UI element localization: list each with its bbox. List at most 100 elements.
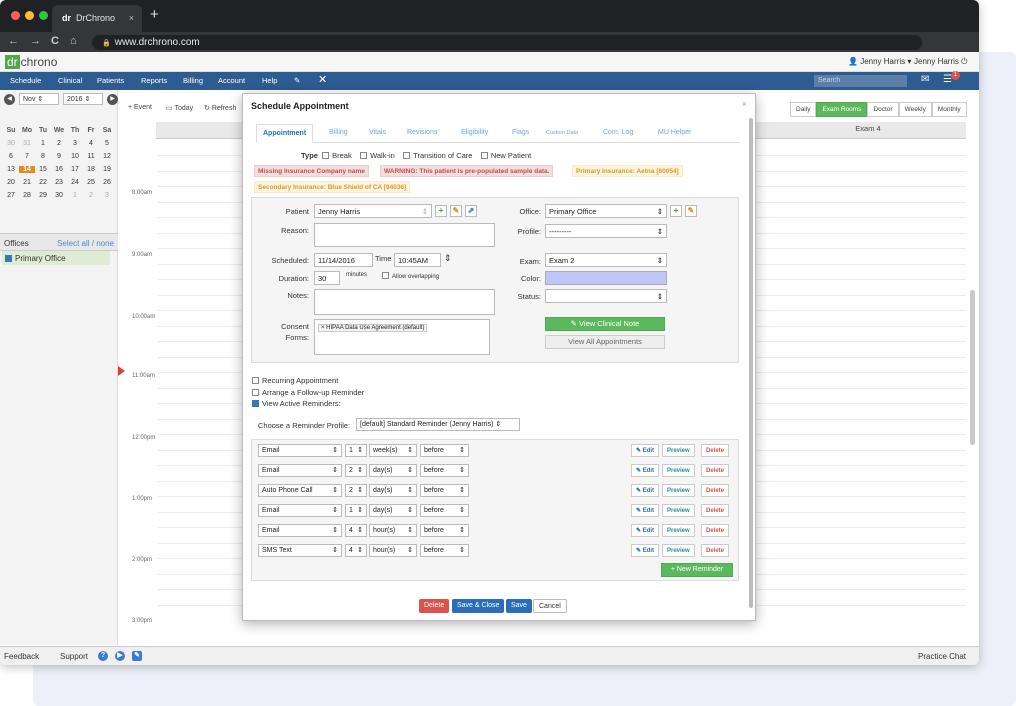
office-item[interactable]: Primary Office bbox=[2, 251, 110, 265]
calendar-day[interactable]: 27 bbox=[3, 192, 19, 199]
tab-vitals[interactable]: Vitals bbox=[369, 129, 386, 136]
reminder-preview-button[interactable]: Preview bbox=[662, 504, 695, 517]
reminder-unit-select[interactable]: day(s) ⇕ bbox=[369, 484, 417, 497]
reminder-when-select[interactable]: before ⇕ bbox=[420, 444, 469, 457]
reminder-edit-button[interactable]: ✎ Edit bbox=[631, 464, 660, 477]
next-month-icon[interactable]: ▶ bbox=[107, 93, 118, 105]
recurring-checkbox[interactable] bbox=[252, 377, 259, 384]
tab-mu-helper[interactable]: MU Helper bbox=[658, 129, 691, 136]
browser-tab[interactable]: dr DrChrono × bbox=[52, 5, 142, 32]
calendar-day[interactable]: 3 bbox=[99, 192, 115, 199]
patient-input[interactable]: Jenny Harris ⇕ bbox=[314, 204, 432, 218]
allow-overlap-option[interactable]: Allow overlapping bbox=[382, 272, 439, 280]
calendar-day[interactable]: 21 bbox=[19, 179, 35, 186]
allow-overlap-checkbox[interactable] bbox=[382, 272, 389, 279]
reminder-when-select[interactable]: before ⇕ bbox=[420, 464, 469, 477]
tab-eligibility[interactable]: Eligibility bbox=[461, 129, 488, 136]
tab-custom-data[interactable]: Custom Data bbox=[546, 130, 578, 136]
new-reminder-button[interactable]: + New Reminder bbox=[661, 563, 733, 577]
modal-close-icon[interactable]: × bbox=[742, 99, 747, 109]
reminder-unit-select[interactable]: week(s) ⇕ bbox=[369, 444, 417, 457]
add-office-icon[interactable]: + bbox=[670, 205, 682, 217]
reminder-unit-select[interactable]: day(s) ⇕ bbox=[369, 464, 417, 477]
calendar-day[interactable]: 5 bbox=[99, 140, 115, 147]
menu-billing[interactable]: Billing bbox=[183, 76, 203, 85]
type-break-checkbox[interactable] bbox=[322, 152, 330, 159]
calendar-day[interactable]: 12 bbox=[99, 153, 115, 160]
view-exam-rooms-button[interactable]: Exam Rooms bbox=[816, 102, 868, 117]
play-icon[interactable]: ▶ bbox=[115, 651, 125, 661]
reminder-amount-input[interactable]: 2 ⇕ bbox=[345, 464, 367, 477]
add-event-button[interactable]: + Event bbox=[128, 104, 152, 111]
calendar-day[interactable]: 1 bbox=[67, 192, 83, 199]
followup-checkbox[interactable] bbox=[252, 389, 259, 396]
calendar-day[interactable]: 30 bbox=[51, 192, 67, 199]
reminder-delete-button[interactable]: Delete bbox=[701, 544, 730, 557]
calendar-day[interactable]: 6 bbox=[3, 153, 19, 160]
calendar-day[interactable]: 15 bbox=[35, 166, 51, 173]
calendar-day[interactable]: 3 bbox=[67, 140, 83, 147]
exam-select[interactable]: Exam 2 ⇕ bbox=[545, 253, 667, 267]
reminder-when-select[interactable]: before ⇕ bbox=[420, 524, 469, 537]
month-select[interactable]: Nov ⇕ bbox=[19, 93, 59, 105]
calendar-day[interactable]: 28 bbox=[19, 192, 35, 199]
calendar-day[interactable]: 25 bbox=[83, 179, 99, 186]
calendar-day[interactable]: 16 bbox=[51, 166, 67, 173]
edit-patient-icon[interactable]: ✎ bbox=[450, 205, 462, 217]
search-input[interactable]: Search bbox=[814, 75, 907, 87]
logout-link[interactable]: Jenny Harris ⏻ bbox=[914, 57, 967, 67]
calendar-day[interactable]: 11 bbox=[83, 153, 99, 160]
tab-billing[interactable]: Billing bbox=[329, 129, 348, 136]
calendar-day[interactable]: 8 bbox=[35, 153, 51, 160]
reminder-method-select[interactable]: Auto Phone Call ⇕ bbox=[258, 484, 342, 497]
reminder-when-select[interactable]: before ⇕ bbox=[420, 484, 469, 497]
time-input[interactable]: 10:45AM bbox=[394, 253, 441, 267]
help-icon[interactable]: ? bbox=[98, 651, 108, 661]
reminder-amount-input[interactable]: 1 ⇕ bbox=[345, 444, 367, 457]
profile-select[interactable]: --------- ⇕ bbox=[545, 224, 667, 238]
reminder-preview-button[interactable]: Preview bbox=[662, 444, 695, 457]
office-checkbox[interactable] bbox=[5, 255, 12, 262]
recurring-option[interactable]: Recurring Appointment bbox=[252, 376, 338, 385]
calendar-day[interactable]: 22 bbox=[35, 179, 51, 186]
view-daily-button[interactable]: Daily bbox=[790, 102, 817, 117]
time-stepper-icon[interactable]: ⇕ bbox=[444, 253, 452, 264]
view-clinical-note-button[interactable]: ✎ View Clinical Note bbox=[545, 317, 665, 331]
calendar-day[interactable]: 30 bbox=[3, 140, 19, 147]
url-input[interactable]: 🔒 www.drchrono.com bbox=[92, 35, 922, 50]
edit-icon[interactable]: ✎ bbox=[132, 651, 142, 661]
calendar-day[interactable]: 31 bbox=[19, 140, 35, 147]
reminder-method-select[interactable]: Email ⇕ bbox=[258, 524, 342, 537]
save-close-button[interactable]: Save & Close bbox=[452, 599, 505, 613]
color-picker[interactable] bbox=[545, 271, 667, 285]
consent-forms-input[interactable]: × HIPAA Data Use Agreement (default) bbox=[314, 319, 490, 355]
prev-month-icon[interactable]: ◀ bbox=[4, 93, 15, 105]
view-reminders-checkbox[interactable] bbox=[252, 400, 259, 407]
menu-reports[interactable]: Reports bbox=[141, 76, 167, 85]
reason-textarea[interactable] bbox=[314, 223, 495, 247]
menu-schedule[interactable]: Schedule bbox=[10, 76, 41, 85]
edit-office-icon[interactable]: ✎ bbox=[685, 205, 697, 217]
cancel-button[interactable]: Cancel bbox=[533, 599, 567, 613]
reminder-delete-button[interactable]: Delete bbox=[701, 464, 730, 477]
calendar-day[interactable]: 2 bbox=[51, 140, 67, 147]
year-select[interactable]: 2016 ⇕ bbox=[63, 93, 103, 105]
calendar-day[interactable]: 17 bbox=[67, 166, 83, 173]
reminder-delete-button[interactable]: Delete bbox=[701, 484, 730, 497]
reminder-edit-button[interactable]: ✎ Edit bbox=[631, 524, 660, 537]
reload-icon[interactable]: C bbox=[51, 35, 59, 47]
reminder-amount-input[interactable]: 2 ⇕ bbox=[345, 484, 367, 497]
calendar-day[interactable]: 2 bbox=[83, 192, 99, 199]
reminder-preview-button[interactable]: Preview bbox=[662, 524, 695, 537]
menu-clinical[interactable]: Clinical bbox=[58, 76, 82, 85]
user-menu[interactable]: 👤 Jenny Harris ▾ bbox=[848, 57, 911, 66]
calendar-day[interactable]: 18 bbox=[83, 166, 99, 173]
reminder-unit-select[interactable]: hour(s) ⇕ bbox=[369, 544, 417, 557]
new-tab-button[interactable]: + bbox=[150, 6, 159, 23]
grid-scrollbar[interactable] bbox=[970, 290, 975, 445]
consent-form-tag[interactable]: × HIPAA Data Use Agreement (default) bbox=[318, 324, 428, 332]
reminder-when-select[interactable]: before ⇕ bbox=[420, 544, 469, 557]
add-patient-icon[interactable]: + bbox=[435, 205, 447, 217]
reminder-preview-button[interactable]: Preview bbox=[662, 484, 695, 497]
select-all-offices-link[interactable]: Select all / none bbox=[57, 239, 114, 248]
